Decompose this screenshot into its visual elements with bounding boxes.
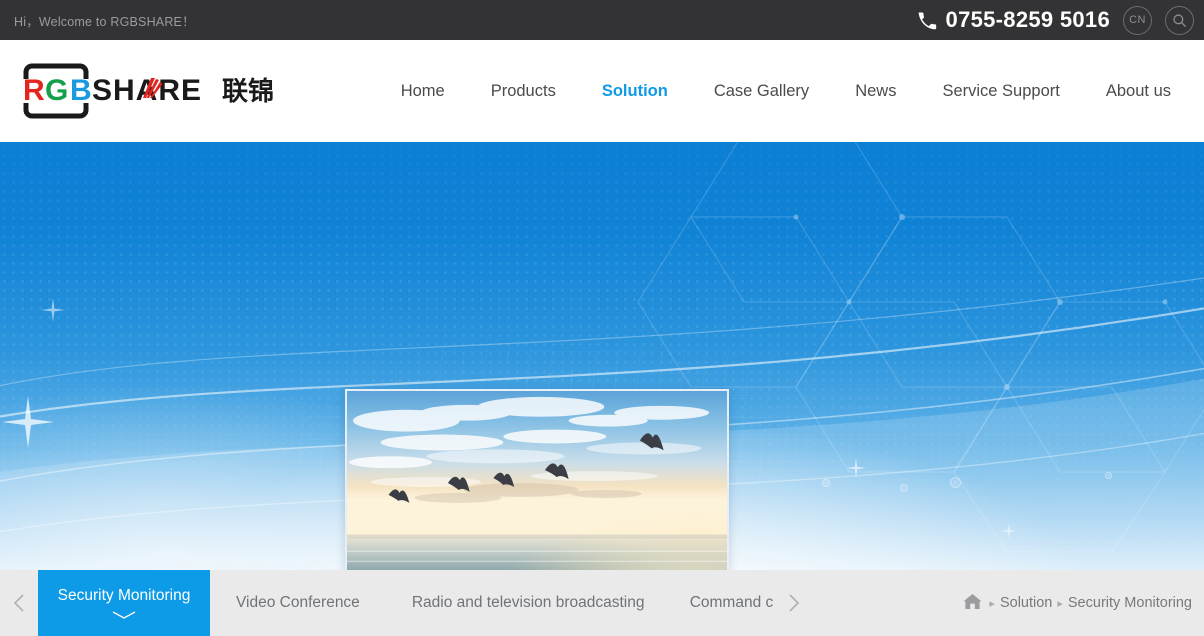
- site-logo[interactable]: R G B SHARE 联锦: [10, 60, 278, 122]
- welcome-message: Hi，Welcome to RGBSHARE！: [14, 14, 195, 29]
- led-display-product: [345, 389, 729, 570]
- language-toggle-button[interactable]: CN: [1123, 5, 1152, 35]
- bokeh-circle: [900, 484, 908, 492]
- subnav-tab-radio-and-television-broadcasting[interactable]: Radio and television broadcasting: [386, 570, 671, 636]
- chevron-down-icon: [111, 610, 137, 620]
- svg-text:联锦: 联锦: [222, 76, 274, 107]
- phone-block: 0755-8259 5016: [917, 7, 1110, 33]
- breadcrumb-item-solution[interactable]: Solution: [1000, 595, 1052, 611]
- screen-content-seascape: [347, 391, 727, 570]
- breadcrumb-separator: ▸: [989, 597, 995, 610]
- subnav-tab-security-monitoring[interactable]: Security Monitoring: [38, 570, 210, 636]
- page-root: Hi，Welcome to RGBSHARE！ 0755-8259 5016 C…: [0, 0, 1204, 636]
- site-header: R G B SHARE 联锦 Home Products Solution Ca…: [0, 40, 1204, 142]
- search-button[interactable]: [1165, 5, 1194, 35]
- hero-banner: [0, 142, 1204, 570]
- nav-item-service-support[interactable]: Service Support: [919, 40, 1082, 142]
- subnav-prev-button[interactable]: [0, 570, 38, 636]
- phone-icon: [917, 10, 937, 30]
- top-utility-bar: Hi，Welcome to RGBSHARE！ 0755-8259 5016 C…: [0, 0, 1204, 40]
- subnav-tab-label: Command c: [689, 594, 774, 611]
- subnav-tab-list: Security Monitoring Video Conference Rad…: [38, 570, 774, 636]
- chevron-right-icon: [787, 593, 800, 613]
- nav-item-solution[interactable]: Solution: [579, 40, 691, 142]
- main-navigation: Home Products Solution Case Gallery News…: [378, 40, 1204, 142]
- subnav-tab-label: Security Monitoring: [57, 586, 191, 604]
- breadcrumb-item-security-monitoring: Security Monitoring: [1067, 595, 1192, 611]
- nav-item-about-us[interactable]: About us: [1083, 40, 1194, 142]
- topbar-right-group: 0755-8259 5016 CN: [917, 5, 1204, 35]
- breadcrumb-separator: ▸: [1057, 597, 1063, 610]
- chevron-left-icon: [13, 593, 26, 613]
- nav-item-home[interactable]: Home: [378, 40, 468, 142]
- search-icon: [1172, 13, 1187, 28]
- nav-item-news[interactable]: News: [832, 40, 919, 142]
- subnav-tab-label: Video Conference: [236, 594, 360, 611]
- phone-number: 0755-8259 5016: [945, 7, 1110, 32]
- nav-item-products[interactable]: Products: [468, 40, 579, 142]
- subnav-next-button[interactable]: [774, 570, 812, 636]
- solution-subnav-bar: Security Monitoring Video Conference Rad…: [0, 570, 1204, 636]
- home-icon[interactable]: [963, 593, 982, 614]
- subnav-tab-video-conference[interactable]: Video Conference: [210, 570, 386, 636]
- bokeh-circle: [822, 479, 830, 487]
- bokeh-circle: [950, 477, 961, 488]
- bokeh-circle: [1105, 472, 1112, 479]
- subnav-tab-label: Radio and television broadcasting: [411, 594, 645, 611]
- svg-text:B: B: [70, 74, 92, 107]
- subnav-tab-command-center[interactable]: Command c: [670, 570, 774, 636]
- breadcrumb: ▸ Solution ▸ Security Monitoring: [963, 570, 1204, 636]
- language-label: CN: [1129, 14, 1146, 26]
- svg-text:G: G: [45, 74, 68, 107]
- nav-item-case-gallery[interactable]: Case Gallery: [691, 40, 832, 142]
- svg-text:R: R: [23, 74, 45, 107]
